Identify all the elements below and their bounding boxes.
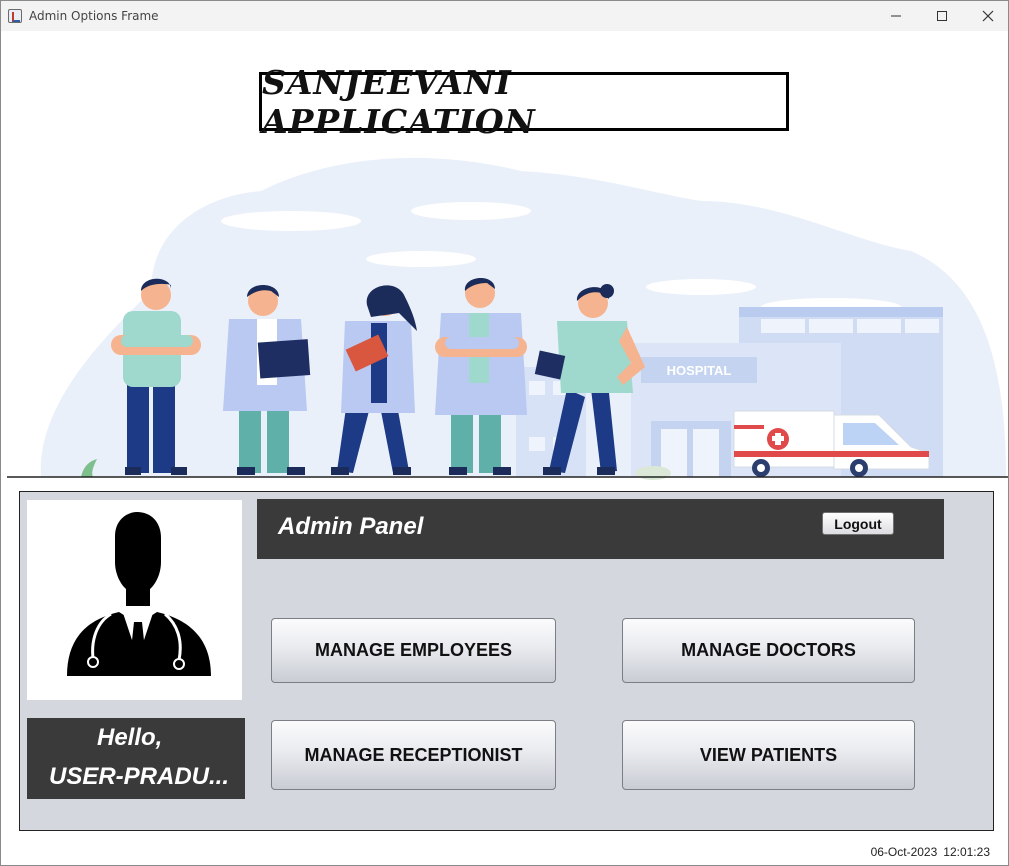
maximize-icon bbox=[937, 11, 947, 21]
app-title-text: SANJEEVANI APPLICATION bbox=[262, 62, 536, 141]
app-window: Admin Options Frame SANJEEVANI APPLICATI… bbox=[0, 0, 1009, 866]
greeting-hello: Hello, bbox=[97, 724, 163, 751]
manage-receptionist-button[interactable]: MANAGE RECEPTIONIST bbox=[271, 720, 556, 790]
greeting-username: USER-PRADU... bbox=[49, 763, 230, 790]
hospital-staff-illustration: HOSPITAL bbox=[7, 157, 1008, 480]
manage-doctors-button[interactable]: MANAGE DOCTORS bbox=[622, 618, 915, 683]
admin-panel-title: Admin Panel bbox=[278, 513, 424, 540]
maximize-button[interactable] bbox=[919, 1, 965, 31]
status-datetime: 06-Oct-2023 12:01:23 bbox=[865, 845, 990, 859]
close-icon bbox=[982, 10, 994, 22]
logout-button[interactable]: Logout bbox=[822, 512, 894, 535]
minimize-button[interactable] bbox=[873, 1, 919, 31]
status-date: 06-Oct-2023 bbox=[870, 845, 938, 859]
admin-header-bar: Admin Panel Logout bbox=[257, 499, 944, 559]
doctor-avatar-icon bbox=[67, 512, 211, 676]
avatar bbox=[27, 500, 242, 700]
status-time: 12:01:23 bbox=[943, 845, 990, 859]
close-button[interactable] bbox=[965, 1, 1008, 31]
view-patients-button[interactable]: VIEW PATIENTS bbox=[622, 720, 915, 790]
user-greeting: Hello, USER-PRADU... bbox=[27, 718, 245, 799]
admin-panel: Hello, USER-PRADU... Admin Panel Logout … bbox=[19, 491, 994, 831]
hospital-sign: HOSPITAL bbox=[667, 363, 732, 378]
java-app-icon bbox=[8, 9, 22, 23]
title-bar: Admin Options Frame bbox=[1, 1, 1008, 31]
manage-employees-button[interactable]: MANAGE EMPLOYEES bbox=[271, 618, 556, 683]
app-title-banner: SANJEEVANI APPLICATION bbox=[259, 63, 789, 141]
minimize-icon bbox=[891, 15, 901, 17]
window-title: Admin Options Frame bbox=[29, 9, 159, 23]
